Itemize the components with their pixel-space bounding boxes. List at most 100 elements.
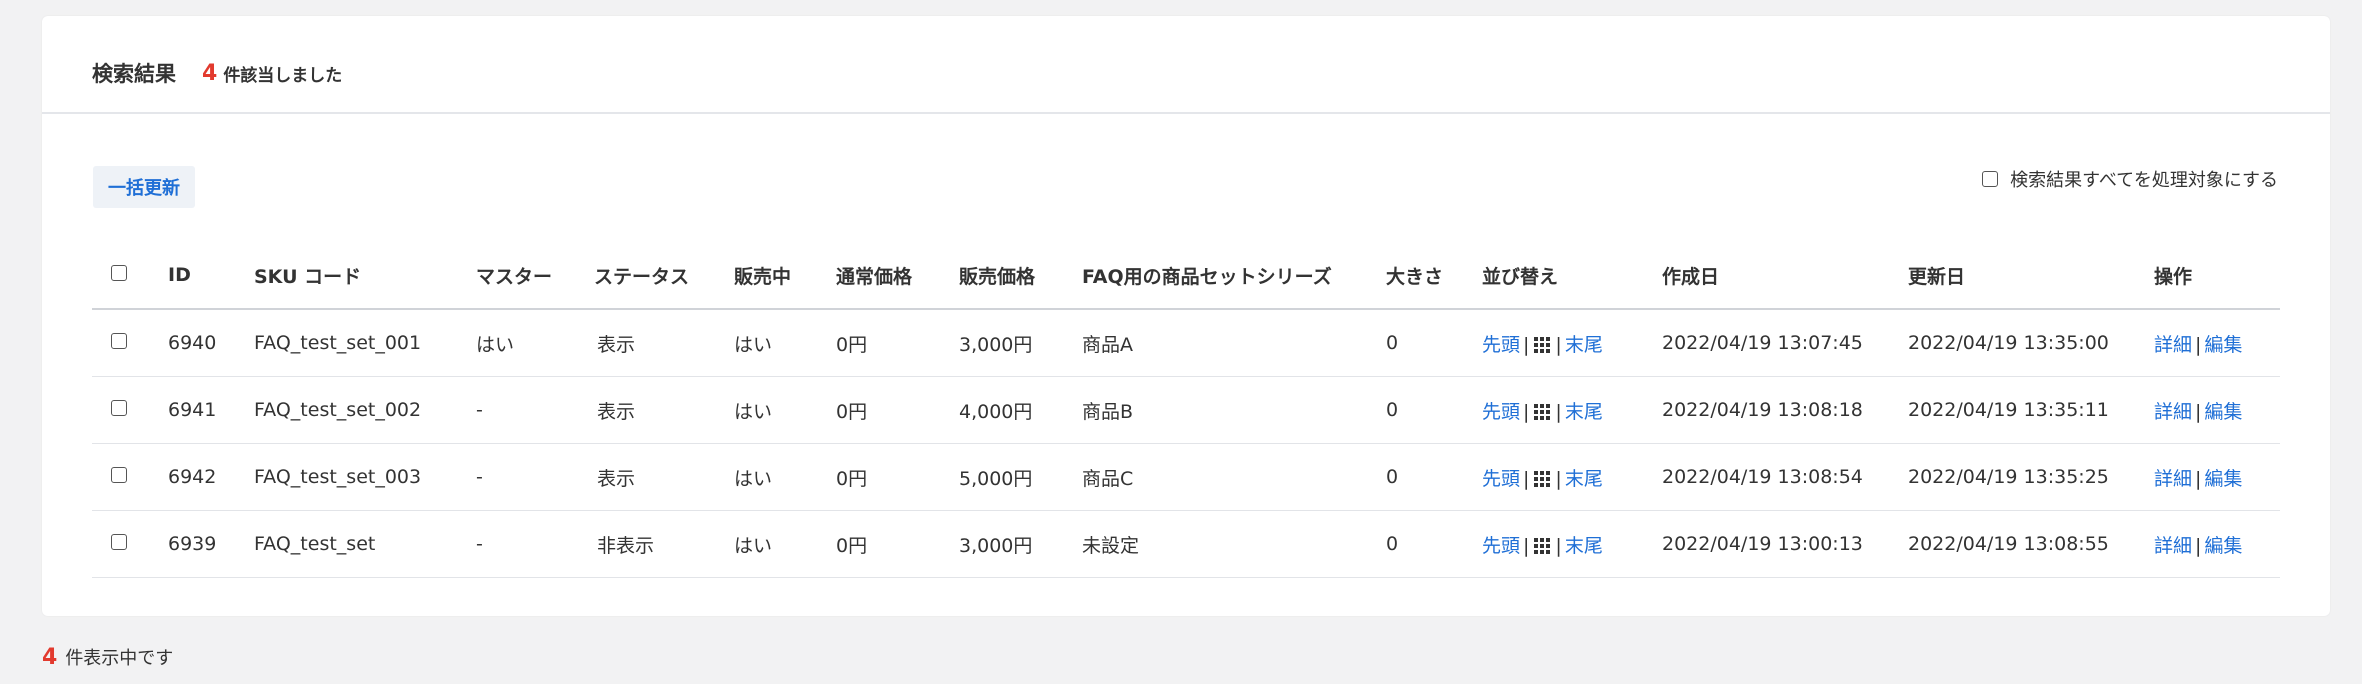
table-row: 6942 FAQ_test_set_003- 表示 はい 0円 5,000円 商品C 0 先頭 |… bbox=[92, 443, 2280, 511]
drag-handle-icon[interactable] bbox=[1534, 404, 1551, 420]
edit-link[interactable]: 編集 bbox=[2204, 535, 2242, 557]
edit-link[interactable]: 編集 bbox=[2204, 334, 2242, 356]
cell-id: 6941 bbox=[168, 376, 254, 444]
cell-updated: 2022/04/19 13:35:11 bbox=[1908, 376, 2154, 444]
cell-status: 表示 bbox=[594, 443, 734, 511]
col-header-regular-price[interactable]: 通常価格 bbox=[836, 242, 959, 310]
move-to-top-link[interactable]: 先頭 bbox=[1482, 401, 1520, 423]
cell-regular-price: 0円 bbox=[836, 443, 959, 511]
cell-id: 6939 bbox=[168, 510, 254, 578]
cell-size: 0 bbox=[1386, 443, 1482, 511]
cell-sku: FAQ_test_set_003 bbox=[254, 443, 476, 511]
cell-size: 0 bbox=[1386, 376, 1482, 444]
detail-link[interactable]: 詳細 bbox=[2154, 468, 2192, 490]
col-header-master[interactable]: マスター bbox=[476, 242, 594, 310]
cell-sale-price: 4,000円 bbox=[959, 376, 1082, 444]
results-table: ID SKU コード マスター ステータス 販売中 通常価格 販売価格 FAQ用… bbox=[92, 242, 2280, 578]
cell-sort: 先頭 | | 末尾 bbox=[1482, 443, 1662, 511]
separator: | bbox=[1523, 400, 1530, 423]
cell-actions: 詳細 | 編集 bbox=[2154, 443, 2280, 511]
shown-count-suffix: 件表示中です bbox=[65, 648, 174, 669]
move-to-bottom-link[interactable]: 末尾 bbox=[1565, 401, 1603, 423]
cell-id: 6940 bbox=[168, 309, 254, 377]
col-header-sale-price[interactable]: 販売価格 bbox=[959, 242, 1082, 310]
select-all-results-checkbox[interactable] bbox=[1982, 171, 1999, 187]
cell-master: - bbox=[476, 443, 594, 511]
separator: | bbox=[1555, 400, 1562, 423]
shown-count: 4 bbox=[42, 645, 58, 670]
col-header-sku[interactable]: SKU コード bbox=[254, 242, 476, 310]
cell-created: 2022/04/19 13:08:18 bbox=[1662, 376, 1908, 444]
drag-handle-icon[interactable] bbox=[1534, 538, 1551, 554]
row-checkbox[interactable] bbox=[111, 534, 127, 550]
move-to-top-link[interactable]: 先頭 bbox=[1482, 334, 1520, 356]
col-header-updated[interactable]: 更新日 bbox=[1908, 242, 2154, 310]
cell-master: はい bbox=[476, 309, 594, 377]
separator: | bbox=[1523, 467, 1530, 490]
cell-sku: FAQ_test_set_001 bbox=[254, 309, 476, 377]
row-checkbox[interactable] bbox=[111, 467, 127, 483]
edit-link[interactable]: 編集 bbox=[2204, 401, 2242, 423]
cell-updated: 2022/04/19 13:08:55 bbox=[1908, 510, 2154, 578]
separator: | bbox=[1523, 333, 1530, 356]
table-row: 6941 FAQ_test_set_002- 表示 はい 0円 4,000円 商品B 0 先頭 |… bbox=[92, 376, 2280, 444]
cell-sale-price: 3,000円 bbox=[959, 309, 1082, 377]
cell-status: 表示 bbox=[594, 376, 734, 444]
results-count-suffix: 件該当しました bbox=[223, 65, 343, 86]
cell-series: 商品A bbox=[1082, 309, 1386, 377]
results-header: 検索結果 4 件該当しました bbox=[42, 16, 2330, 114]
cell-created: 2022/04/19 13:07:45 bbox=[1662, 309, 1908, 377]
separator: | bbox=[1555, 467, 1562, 490]
cell-regular-price: 0円 bbox=[836, 376, 959, 444]
move-to-bottom-link[interactable]: 末尾 bbox=[1565, 468, 1603, 490]
detail-link[interactable]: 詳細 bbox=[2154, 535, 2192, 557]
cell-created: 2022/04/19 13:00:13 bbox=[1662, 510, 1908, 578]
cell-created: 2022/04/19 13:08:54 bbox=[1662, 443, 1908, 511]
separator: | bbox=[2195, 400, 2202, 423]
col-header-created[interactable]: 作成日 bbox=[1662, 242, 1908, 310]
cell-size: 0 bbox=[1386, 309, 1482, 377]
col-header-size[interactable]: 大きさ bbox=[1386, 242, 1482, 310]
separator: | bbox=[2195, 534, 2202, 557]
cell-master: - bbox=[476, 376, 594, 444]
row-checkbox[interactable] bbox=[111, 400, 127, 416]
drag-handle-icon[interactable] bbox=[1534, 337, 1551, 353]
move-to-top-link[interactable]: 先頭 bbox=[1482, 468, 1520, 490]
detail-link[interactable]: 詳細 bbox=[2154, 401, 2192, 423]
select-all-results-option[interactable]: 検索結果すべてを処理対象にする bbox=[1982, 166, 2278, 192]
cell-regular-price: 0円 bbox=[836, 510, 959, 578]
cell-actions: 詳細 | 編集 bbox=[2154, 510, 2280, 578]
col-header-series[interactable]: FAQ用の商品セットシリーズ bbox=[1082, 242, 1386, 310]
results-title: 検索結果 bbox=[92, 62, 176, 86]
cell-actions: 詳細 | 編集 bbox=[2154, 376, 2280, 444]
cell-sort: 先頭 | | 末尾 bbox=[1482, 309, 1662, 377]
cell-updated: 2022/04/19 13:35:25 bbox=[1908, 443, 2154, 511]
move-to-bottom-link[interactable]: 末尾 bbox=[1565, 535, 1603, 557]
cell-sku: FAQ_test_set bbox=[254, 510, 476, 578]
cell-on-sale: はい bbox=[734, 443, 836, 511]
detail-link[interactable]: 詳細 bbox=[2154, 334, 2192, 356]
cell-on-sale: はい bbox=[734, 510, 836, 578]
search-results-card: 検索結果 4 件該当しました 一括更新 検索結果すべてを処理対象にする ID S… bbox=[42, 16, 2330, 616]
edit-link[interactable]: 編集 bbox=[2204, 468, 2242, 490]
cell-sku: FAQ_test_set_002 bbox=[254, 376, 476, 444]
row-checkbox[interactable] bbox=[111, 333, 127, 349]
cell-updated: 2022/04/19 13:35:00 bbox=[1908, 309, 2154, 377]
separator: | bbox=[1523, 534, 1530, 557]
col-header-actions: 操作 bbox=[2154, 242, 2280, 310]
cell-sort: 先頭 | | 末尾 bbox=[1482, 376, 1662, 444]
cell-series: 未設定 bbox=[1082, 510, 1386, 578]
table-row: 6939 FAQ_test_set - 非表示 はい 0円 3,000円 未設定 0 先頭 | | 末尾… bbox=[92, 510, 2280, 578]
cell-size: 0 bbox=[1386, 510, 1482, 578]
col-header-id[interactable]: ID bbox=[168, 242, 254, 310]
move-to-bottom-link[interactable]: 末尾 bbox=[1565, 334, 1603, 356]
cell-status: 非表示 bbox=[594, 510, 734, 578]
col-header-status[interactable]: ステータス bbox=[594, 242, 734, 310]
bulk-update-button[interactable]: 一括更新 bbox=[93, 166, 195, 208]
separator: | bbox=[2195, 333, 2202, 356]
col-header-on-sale[interactable]: 販売中 bbox=[734, 242, 836, 310]
drag-handle-icon[interactable] bbox=[1534, 471, 1551, 487]
select-all-checkbox[interactable] bbox=[111, 265, 127, 281]
cell-on-sale: はい bbox=[734, 376, 836, 444]
move-to-top-link[interactable]: 先頭 bbox=[1482, 535, 1520, 557]
